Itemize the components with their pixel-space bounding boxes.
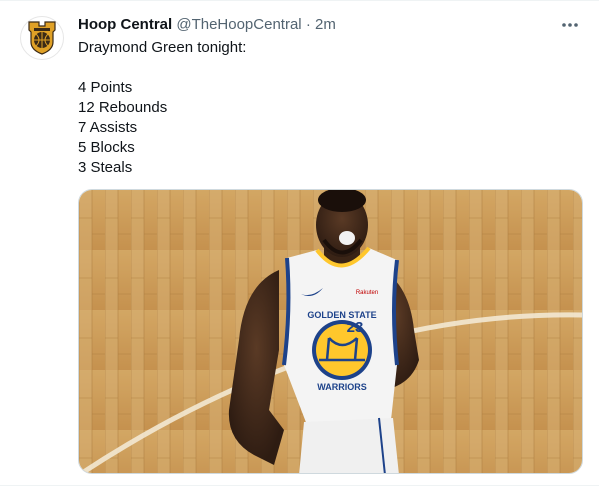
tweet-text-line: Draymond Green tonight: — [78, 39, 247, 56]
tweet-text-line: 3 Steals — [78, 159, 133, 176]
tweet-text-line: 4 Points — [78, 79, 133, 96]
tweet-text-line: 7 Assists — [78, 119, 138, 136]
author-name[interactable]: Hoop Central — [78, 16, 172, 33]
separator-dot: · — [305, 16, 311, 33]
author-avatar[interactable] — [20, 16, 64, 60]
more-horizontal-icon — [562, 23, 578, 27]
tweet-header: Hoop Central @TheHoopCentral · 2m — [78, 15, 336, 35]
jersey-team-text: GOLDEN STATE — [307, 310, 376, 320]
jersey-sponsor: Rakuten — [356, 290, 378, 296]
player-photo-illustration: GOLDEN STATE 23 Rakuten WARRIORS — [79, 190, 582, 473]
tweet-text-line: 12 Rebounds — [78, 99, 168, 116]
tweet-photo[interactable]: GOLDEN STATE 23 Rakuten WARRIORS — [78, 189, 583, 474]
tweet-text-line: 5 Blocks — [78, 139, 135, 156]
tweet-card[interactable]: Hoop Central @TheHoopCentral · 2m Draymo… — [0, 0, 599, 486]
tweet-text-line — [78, 58, 246, 78]
hoop-central-logo-icon — [28, 21, 56, 55]
tweet-timestamp[interactable]: 2m — [315, 16, 336, 33]
author-handle[interactable]: @TheHoopCentral — [176, 16, 301, 33]
tweet-text: Draymond Green tonight: 4 Points 12 Rebo… — [78, 38, 246, 178]
jersey-bottom-text: WARRIORS — [317, 382, 367, 392]
jersey-number: 23 — [347, 319, 364, 336]
more-options-button[interactable] — [559, 15, 581, 35]
